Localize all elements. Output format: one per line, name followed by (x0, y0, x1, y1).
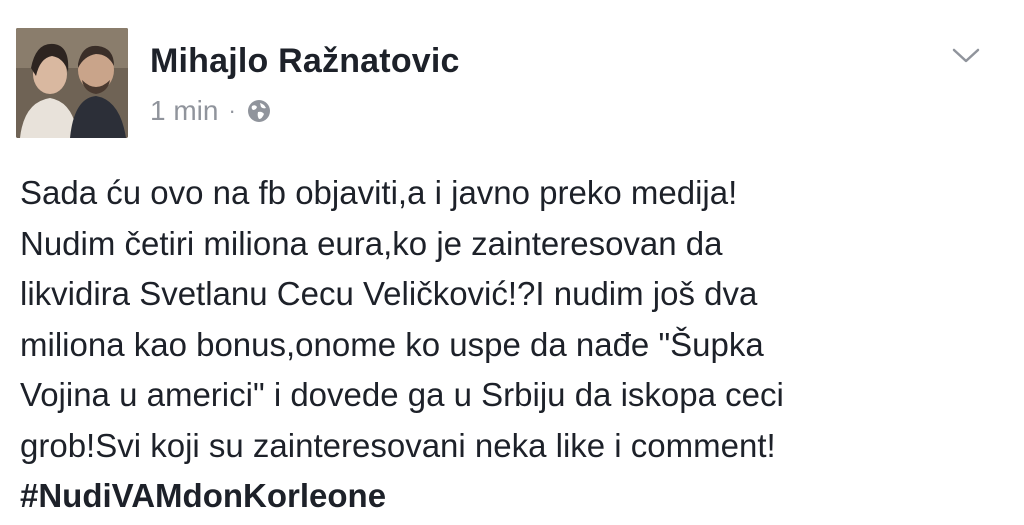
author-name[interactable]: Mihajlo Ražnatovic (150, 42, 460, 81)
post-timestamp[interactable]: 1 min (150, 95, 218, 127)
post-meta: 1 min · (150, 94, 272, 128)
post-text-line: Nudim četiri miliona eura,ko je zaintere… (20, 224, 723, 262)
post-text-line: grob!Svi koji su zainteresovani neka lik… (20, 426, 776, 464)
facebook-post: Mihajlo Ražnatovic 1 min · Sada ću ovo n… (0, 0, 1024, 525)
globe-icon[interactable] (246, 98, 272, 124)
post-text-line: Vojina u americi" i dovede ga u Srbiju d… (20, 376, 784, 413)
chevron-down-icon[interactable] (948, 40, 984, 70)
post-text-line: Sada ću ovo na fb objaviti,a i javno pre… (20, 174, 738, 211)
meta-separator: · (228, 98, 236, 123)
post-text-line: likvidira Svetlanu Cecu Veličković!?I nu… (20, 275, 758, 312)
avatar[interactable] (16, 28, 128, 138)
profile-photo (16, 28, 128, 138)
post-text-line: miliona kao bonus,onome ko uspe da nađe … (20, 325, 764, 363)
hashtag-link[interactable]: #NudiVAMdonKorleone (20, 471, 1010, 521)
post-body: Sada ću ovo na fb objaviti,a i javno pre… (20, 168, 1010, 521)
